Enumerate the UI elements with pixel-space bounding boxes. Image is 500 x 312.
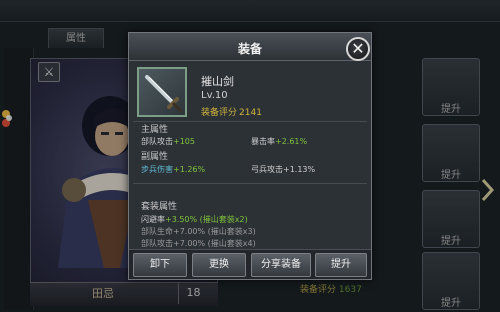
- item-score: 装备评分 2141: [201, 105, 262, 118]
- set-bonus-value: +7.00%: [173, 239, 206, 248]
- set-bonus-condition: (摧山套装x2): [199, 215, 248, 224]
- stat-name: 暴击率: [251, 137, 275, 146]
- close-icon[interactable]: ✕: [346, 37, 370, 61]
- sub-stat: 步兵伤害+1.26%: [141, 164, 205, 175]
- item-score-label: 装备评分: [201, 108, 238, 118]
- sub-stat: 弓兵攻击+1.13%: [251, 164, 315, 175]
- item-score-value: 2141: [239, 108, 262, 118]
- stat-value: +105: [173, 137, 195, 146]
- stat-name: 部队攻击: [141, 137, 173, 146]
- divider: [133, 183, 367, 184]
- main-stat: 部队攻击+105: [141, 136, 195, 147]
- set-bonus-line: 部队生命+7.00% (摧山套装x3): [141, 226, 256, 237]
- share-button[interactable]: 分享装备: [251, 253, 311, 277]
- item-level: Lv.10: [201, 90, 228, 101]
- stat-value: +1.26%: [173, 165, 206, 174]
- equipment-modal: 装备 摧山剑 Lv.10 装备评分 2141 主属性 部队攻击+105 暴击率+2…: [128, 32, 372, 280]
- item-name: 摧山剑: [201, 75, 234, 88]
- set-attributes-title: 套装属性: [141, 202, 178, 212]
- sub-attributes-title: 副属性: [141, 152, 169, 162]
- stat-name: 弓兵攻击: [251, 165, 283, 174]
- stat-name: 步兵伤害: [141, 165, 173, 174]
- sword-icon: [145, 75, 182, 112]
- modal-title: 装备: [237, 42, 262, 56]
- item-icon-frame: [137, 67, 187, 117]
- stat-value: +1.13%: [283, 165, 316, 174]
- set-bonus-condition: (摧山套装x4): [207, 239, 256, 248]
- main-attributes-title: 主属性: [141, 125, 169, 135]
- set-bonus-condition: (摧山套装x3): [207, 227, 256, 236]
- stat-value: +2.61%: [275, 137, 308, 146]
- set-bonus-name: 部队生命: [141, 227, 173, 236]
- set-bonus-line: 部队攻击+7.00% (摧山套装x4): [141, 238, 256, 249]
- set-bonus-line: 闪避率+3.50% (摧山套装x2): [141, 214, 248, 225]
- divider: [133, 121, 367, 122]
- set-bonus-name: 闪避率: [141, 215, 165, 224]
- main-stat: 暴击率+2.61%: [251, 136, 307, 147]
- set-bonus-value: +7.00%: [173, 227, 206, 236]
- set-bonus-value: +3.50%: [165, 215, 198, 224]
- upgrade-button[interactable]: 提升: [315, 253, 367, 277]
- unequip-button[interactable]: 卸下: [133, 253, 187, 277]
- set-bonus-name: 部队攻击: [141, 239, 173, 248]
- replace-button[interactable]: 更换: [192, 253, 246, 277]
